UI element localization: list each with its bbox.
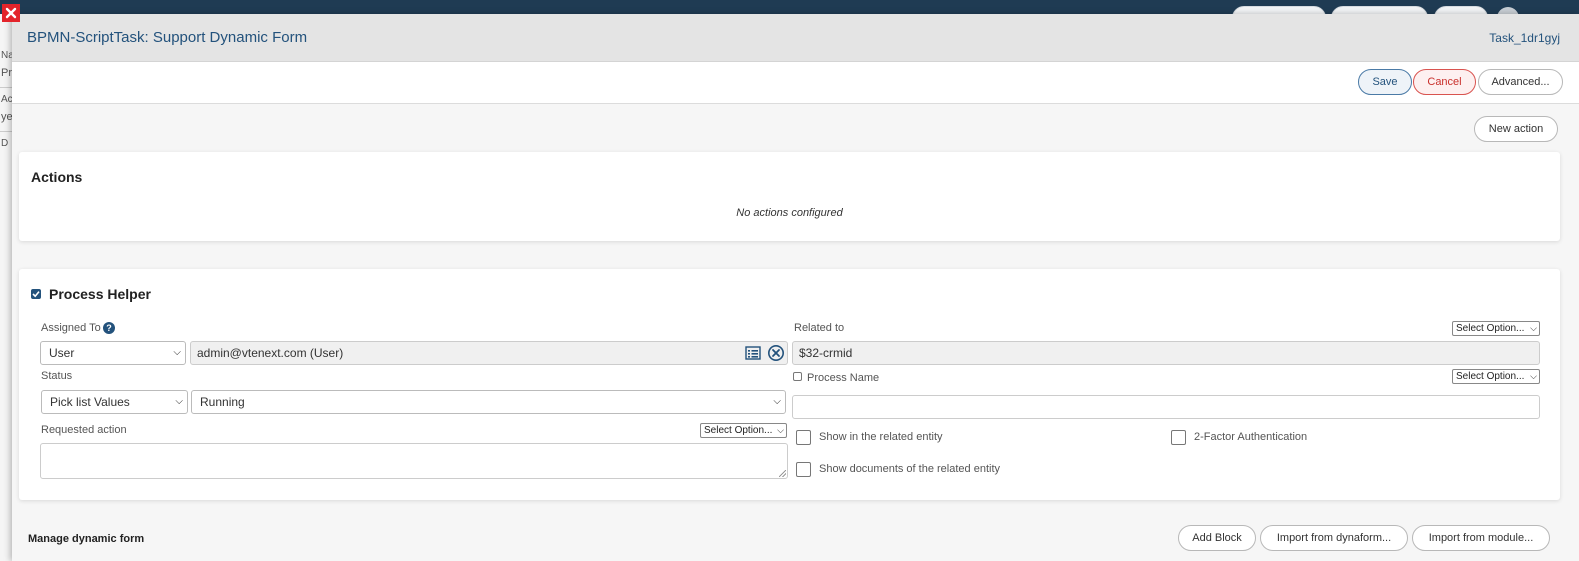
task-modal: BPMN-ScriptTask: Support Dynamic Form Ta… — [12, 14, 1579, 561]
status-label: Status — [41, 370, 73, 382]
modal-header: BPMN-ScriptTask: Support Dynamic Form Ta… — [12, 14, 1579, 62]
status-value: Running — [200, 395, 245, 409]
requested-action-textarea[interactable] — [40, 443, 788, 479]
requested-action-option-value: Select Option... — [704, 425, 773, 436]
help-icon[interactable]: ? — [103, 322, 115, 334]
background-divider — [0, 87, 12, 88]
modal-content: New action Actions No actions configured… — [12, 105, 1579, 561]
dynamic-form-title: Manage dynamic form — [28, 533, 145, 545]
background-text: Ac — [1, 94, 12, 105]
no-actions-message: No actions configured — [736, 207, 843, 219]
background-divider — [0, 131, 12, 132]
chevron-down-icon: ⌵ — [777, 425, 784, 435]
process-name-checkbox[interactable] — [793, 372, 802, 381]
actions-card: Actions No actions configured — [19, 152, 1560, 241]
close-icon — [5, 7, 17, 19]
process-helper-checkbox[interactable] — [31, 289, 41, 299]
assigned-to-label: Assigned To — [41, 322, 101, 334]
process-helper-title: Process Helper — [49, 286, 151, 302]
chevron-down-icon: ⌵ — [175, 396, 183, 407]
requested-action-option-select[interactable]: Select Option... ⌵ — [700, 423, 787, 438]
import-from-module-button[interactable]: Import from module... — [1412, 525, 1550, 551]
assigned-to-type-select[interactable]: User ⌵ — [40, 341, 186, 365]
status-value-select[interactable]: Running ⌵ — [191, 390, 786, 414]
chevron-down-icon: ⌵ — [173, 347, 181, 358]
related-to-option-select[interactable]: Select Option... ⌵ — [1452, 321, 1540, 336]
save-button[interactable]: Save — [1358, 69, 1412, 95]
show-documents-checkbox[interactable] — [796, 462, 811, 477]
related-to-value: $32-crmid — [799, 346, 853, 360]
two-factor-auth-checkbox[interactable] — [1171, 430, 1186, 445]
close-modal-button[interactable] — [2, 4, 20, 22]
background-panel: Na Pr Ac ye D — [0, 14, 12, 561]
related-to-field[interactable]: $32-crmid — [792, 341, 1540, 365]
show-documents-label: Show documents of the related entity — [819, 463, 1000, 475]
list-icon[interactable] — [745, 345, 761, 361]
modal-title: BPMN-ScriptTask: Support Dynamic Form — [27, 29, 308, 46]
show-in-related-entity-label: Show in the related entity — [819, 431, 943, 443]
two-factor-auth-label: 2-Factor Authentication — [1194, 431, 1308, 443]
requested-action-label: Requested action — [41, 424, 127, 436]
status-source-value: Pick list Values — [50, 395, 130, 409]
process-name-option-select[interactable]: Select Option... ⌵ — [1452, 369, 1540, 384]
cancel-button[interactable]: Cancel — [1413, 69, 1476, 95]
chevron-down-icon: ⌵ — [773, 396, 781, 407]
chevron-down-icon: ⌵ — [1530, 323, 1537, 333]
task-id: Task_1dr1gyj — [1489, 31, 1560, 45]
requested-action-value — [41, 444, 787, 452]
show-in-related-entity-checkbox[interactable] — [796, 430, 811, 445]
process-name-field[interactable] — [792, 395, 1540, 419]
assigned-to-user-field[interactable]: admin@vtenext.com (User) — [190, 341, 788, 365]
related-to-label: Related to — [794, 322, 845, 334]
import-from-dynaform-button[interactable]: Import from dynaform... — [1260, 525, 1408, 551]
process-helper-card: Process Helper Assigned To ? User ⌵ admi… — [19, 269, 1560, 500]
clear-icon[interactable] — [767, 344, 785, 362]
advanced-button[interactable]: Advanced... — [1478, 69, 1563, 95]
add-block-button[interactable]: Add Block — [1178, 525, 1256, 551]
status-source-select[interactable]: Pick list Values ⌵ — [41, 390, 188, 414]
new-action-button[interactable]: New action — [1474, 116, 1558, 142]
process-name-label: Process Name — [807, 372, 880, 384]
background-text: Na — [1, 50, 12, 61]
related-to-option-value: Select Option... — [1456, 323, 1525, 334]
actions-title: Actions — [31, 169, 83, 185]
background-text: D — [1, 138, 9, 149]
resize-grip-icon[interactable] — [779, 470, 786, 477]
process-name-option-value: Select Option... — [1456, 371, 1525, 382]
background-text: Pr — [1, 67, 12, 79]
assigned-to-type-value: User — [49, 346, 75, 360]
background-text: ye — [1, 111, 12, 123]
checkmark-icon — [32, 291, 40, 298]
chevron-down-icon: ⌵ — [1530, 371, 1537, 381]
modal-toolbar: Save Cancel Advanced... — [12, 62, 1579, 104]
assigned-to-user-value: admin@vtenext.com (User) — [197, 346, 344, 360]
